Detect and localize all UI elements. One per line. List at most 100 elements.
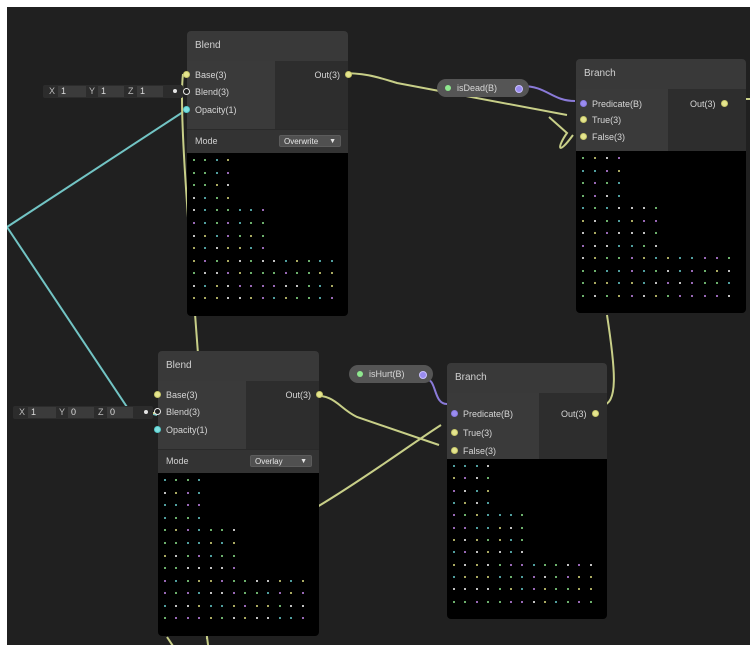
port-label: Blend(3) <box>195 87 230 97</box>
preview-dot <box>227 284 230 287</box>
x-value-field[interactable]: 1 <box>58 86 86 97</box>
preview-dot <box>164 604 166 607</box>
preview-dot <box>227 247 230 250</box>
preview-dot <box>594 232 597 234</box>
preview-dot <box>475 563 478 566</box>
preview-dot <box>715 269 718 272</box>
wire-ishurt-predicate[interactable] <box>425 378 448 405</box>
node-title[interactable]: Branch <box>576 59 746 89</box>
wire-branch-top-false[interactable] <box>548 116 574 149</box>
preview-dot <box>238 272 241 275</box>
preview-dot <box>464 600 467 603</box>
input-port-blend[interactable]: Blend(3) <box>154 405 200 419</box>
preview-dot <box>164 529 166 532</box>
input-port-opacity[interactable]: Opacity(1) <box>154 423 208 437</box>
property-output-port[interactable] <box>419 371 427 379</box>
preview-dot <box>198 579 201 582</box>
output-port-out[interactable]: Out(3) <box>561 407 599 421</box>
preview-dot <box>301 579 304 582</box>
preview-dot <box>198 516 201 519</box>
preview-dot <box>175 554 178 557</box>
preview-dot <box>555 576 558 578</box>
branch-node-top[interactable]: Branch Predicate(B) True(3) False(3) Out… <box>576 59 746 313</box>
output-port-out[interactable]: Out(3) <box>314 68 352 82</box>
x-axis-label: X <box>19 407 26 417</box>
blend-node-bottom[interactable]: Blend Base(3) Blend(3) Opacity(1) Out(3)… <box>154 351 323 636</box>
preview-dot <box>198 567 201 570</box>
preview-dot <box>509 526 512 529</box>
preview-dot <box>175 541 178 544</box>
wire-opacity-top[interactable] <box>7 111 184 228</box>
input-port-false[interactable]: False(3) <box>451 444 496 458</box>
branch-node-bottom[interactable]: Branch Predicate(B) True(3) False(3) Out… <box>447 363 607 619</box>
x-value-field[interactable]: 1 <box>28 407 56 418</box>
vector-connector-dot[interactable] <box>173 89 177 93</box>
preview-dot <box>164 617 166 620</box>
wire-opacity-bottom[interactable] <box>7 226 158 416</box>
x-axis-label: X <box>49 86 56 96</box>
preview-dot <box>453 551 455 554</box>
property-node-isdead[interactable]: isDead(B) <box>437 79 529 97</box>
input-port-true[interactable]: True(3) <box>451 426 492 440</box>
preview-dot <box>186 541 189 544</box>
y-value-field[interactable]: 0 <box>68 407 94 418</box>
wire-bottom-exit-right[interactable] <box>206 636 210 645</box>
input-port-opacity[interactable]: Opacity(1) <box>183 103 237 117</box>
node-title[interactable]: Blend <box>158 351 319 381</box>
output-port-out[interactable]: Out(3) <box>690 97 728 111</box>
preview-dot <box>198 491 201 494</box>
preview-dot <box>566 563 569 566</box>
preview-dot <box>186 479 189 481</box>
wire-blend-bottom-out[interactable] <box>309 394 440 446</box>
preview-dot <box>589 600 592 603</box>
blend-node-top[interactable]: Blend Base(3) Blend(3) Opacity(1) Out(3)… <box>183 31 352 316</box>
preview-dot <box>186 554 189 557</box>
y-value-field[interactable]: 1 <box>98 86 124 97</box>
preview-dot <box>509 600 512 603</box>
preview-dot <box>498 551 501 554</box>
input-port-false[interactable]: False(3) <box>580 130 625 144</box>
preview-dot <box>594 194 597 197</box>
preview-dot <box>453 477 455 480</box>
preview-dot <box>261 247 264 250</box>
wire-isdead-predicate[interactable] <box>521 85 576 102</box>
output-port-out[interactable]: Out(3) <box>285 388 323 402</box>
preview-dot <box>204 272 207 275</box>
mode-dropdown[interactable]: Overlay ▼ <box>250 455 312 467</box>
preview-dot <box>204 259 207 262</box>
preview-dot <box>555 563 558 566</box>
mode-dropdown[interactable]: Overwrite ▼ <box>279 135 341 147</box>
input-port-true[interactable]: True(3) <box>580 113 621 127</box>
preview-dot <box>209 617 212 620</box>
preview-dot <box>255 579 258 582</box>
preview-dot <box>301 604 304 607</box>
vector-connector-dot[interactable] <box>144 410 148 414</box>
node-inputs-panel: Base(3) Blend(3) Opacity(1) <box>154 381 246 449</box>
property-output-port[interactable] <box>515 85 523 93</box>
preview-dot <box>307 284 310 287</box>
wire-bottom-exit-left[interactable] <box>166 636 177 645</box>
preview-dot <box>186 504 189 507</box>
node-title[interactable]: Branch <box>447 363 607 393</box>
input-port-predicate[interactable]: Predicate(B) <box>580 97 642 111</box>
node-title[interactable]: Blend <box>187 31 348 61</box>
input-port-base[interactable]: Base(3) <box>183 68 227 82</box>
input-port-base[interactable]: Base(3) <box>154 388 198 402</box>
preview-dot <box>475 588 478 591</box>
property-node-ishurt[interactable]: isHurt(B) <box>349 365 433 383</box>
port-label: Out(3) <box>690 99 716 109</box>
wire-branch-true-feedback[interactable] <box>316 424 442 508</box>
input-port-predicate[interactable]: Predicate(B) <box>451 407 513 421</box>
preview-dot <box>630 219 633 222</box>
preview-dot <box>198 604 201 607</box>
preview-dot <box>164 516 166 519</box>
preview-dot <box>319 259 322 262</box>
preview-dot <box>175 579 178 582</box>
z-value-field[interactable]: 1 <box>137 86 163 97</box>
preview-dot <box>654 232 657 234</box>
preview-dot <box>566 588 569 591</box>
input-port-blend[interactable]: Blend(3) <box>183 85 229 99</box>
graph-canvas[interactable]: isDead(B) isHurt(B) X 1 Y 1 Z 1 X 1 Y 0 … <box>7 7 750 645</box>
preview-dot <box>273 297 276 300</box>
z-value-field[interactable]: 0 <box>107 407 133 418</box>
